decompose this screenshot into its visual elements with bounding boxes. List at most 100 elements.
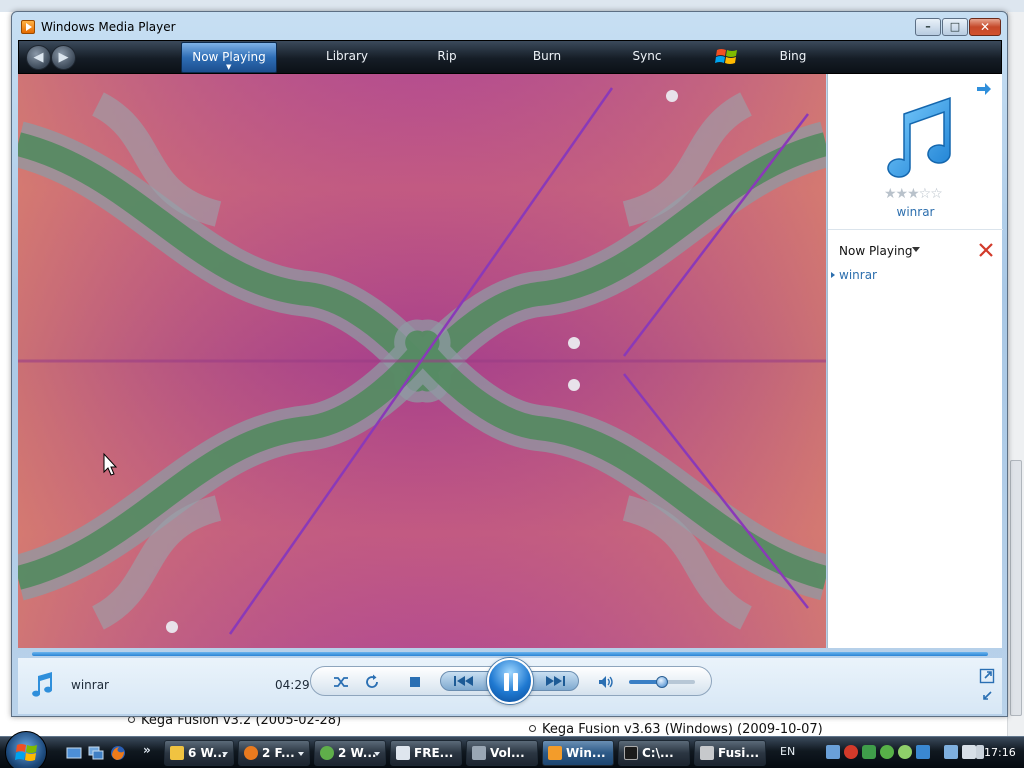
visualization-graphic xyxy=(18,74,826,648)
tab-rip[interactable]: Rip xyxy=(407,42,487,73)
close-button[interactable]: ✕ xyxy=(969,18,1001,36)
taskbar-button-label: Vol... xyxy=(490,746,525,760)
taskbar-button-label: Fusi... xyxy=(718,746,760,760)
maximize-button[interactable]: □ xyxy=(942,18,968,36)
taskbar-button-kega-fusion[interactable]: Fusi... xyxy=(694,740,766,766)
background-scrollbar[interactable] xyxy=(1007,12,1024,736)
tab-bing[interactable]: Bing xyxy=(753,42,833,73)
switch-windows-icon[interactable] xyxy=(88,745,104,761)
show-desktop-icon[interactable] xyxy=(66,745,82,761)
start-button[interactable] xyxy=(5,731,47,768)
window-title: Windows Media Player xyxy=(41,20,176,34)
playing-indicator-icon xyxy=(831,272,835,278)
shuffle-button[interactable] xyxy=(332,673,350,691)
media-player-window: Windows Media Player – □ ✕ ◀ ▶ Now Playi… xyxy=(11,11,1008,717)
tab-sync[interactable]: Sync xyxy=(607,42,687,73)
visualization-area[interactable] xyxy=(18,74,826,648)
repeat-button[interactable] xyxy=(363,673,381,691)
minimize-button[interactable]: – xyxy=(915,18,941,36)
windows-logo-icon xyxy=(15,744,37,761)
navigation-bar: ◀ ▶ Now Playing ▼ Library Rip Burn Sync … xyxy=(18,40,1002,74)
music-note-icon xyxy=(887,96,951,178)
taskbar-button-label: FRE... xyxy=(414,746,454,760)
track-name: winrar xyxy=(71,678,109,692)
taskbar-button-messenger[interactable]: 2 W... xyxy=(314,740,386,766)
document-icon xyxy=(396,746,410,760)
media-player-app-icon xyxy=(21,20,35,34)
seek-bar[interactable] xyxy=(32,652,988,656)
back-arrow-icon: ◀ xyxy=(33,50,44,65)
taskbar-button-label: Win... xyxy=(566,746,606,760)
messenger-tray-icon[interactable] xyxy=(880,745,894,759)
chevron-down-icon[interactable] xyxy=(912,247,920,252)
close-icon: ✕ xyxy=(979,20,991,34)
background-scrollbar-thumb[interactable] xyxy=(1010,460,1022,716)
next-button[interactable] xyxy=(542,672,568,690)
list-divider xyxy=(828,229,1003,230)
taskbar-button-label: 6 W... xyxy=(188,746,227,760)
tab-dropdown-icon: ▼ xyxy=(226,63,232,71)
taskbar-button-explorer[interactable]: 6 W... xyxy=(164,740,234,766)
taskbar-button-volume[interactable]: Vol... xyxy=(466,740,538,766)
taskbar-button-firefox[interactable]: 2 F... xyxy=(238,740,310,766)
tab-burn[interactable]: Burn xyxy=(507,42,587,73)
list-options-arrow-icon[interactable] xyxy=(976,82,992,96)
playlist-item[interactable]: winrar xyxy=(831,268,877,282)
volume-icon[interactable] xyxy=(597,673,615,691)
clear-list-icon[interactable] xyxy=(978,242,994,258)
tab-now-playing[interactable]: Now Playing ▼ xyxy=(181,42,277,73)
switch-to-library-icon[interactable] xyxy=(979,668,995,684)
display-tray-icon[interactable] xyxy=(944,745,958,759)
list-pane: ★★★☆☆ winrar Now Playing winrar xyxy=(827,74,1003,648)
player-controls: winrar 04:29 xyxy=(18,658,1002,714)
chevron-down-icon xyxy=(298,752,304,756)
language-indicator[interactable]: EN xyxy=(780,745,795,758)
messenger-icon xyxy=(320,746,334,760)
full-screen-icon[interactable] xyxy=(979,688,995,704)
tab-library[interactable]: Library xyxy=(307,42,387,73)
security-alert-icon[interactable] xyxy=(844,745,858,759)
taskbar-button-label: C:\... xyxy=(642,746,674,760)
taskbar-button-label: 2 W... xyxy=(338,746,377,760)
wireless-tray-icon[interactable] xyxy=(962,745,976,759)
taskbar: » 6 W... 2 F... 2 W... FRE... Vol... Win… xyxy=(0,731,1024,768)
kega-fusion-icon xyxy=(700,746,714,760)
rating-stars[interactable]: ★★★☆☆ xyxy=(884,186,943,202)
background-list-item[interactable]: Kega Fusion v3.63 (Windows) (2009-10-07) xyxy=(529,722,823,737)
network-tray-icon[interactable] xyxy=(826,745,840,759)
title-bar[interactable]: Windows Media Player – □ ✕ xyxy=(12,12,1007,42)
7zip-icon xyxy=(624,746,638,760)
background-list-item-text: Kega Fusion v3.63 (Windows) (2009-10-07) xyxy=(542,722,823,737)
minimize-icon: – xyxy=(925,20,931,33)
stop-button[interactable] xyxy=(407,674,423,690)
forward-button[interactable]: ▶ xyxy=(51,45,76,70)
taskbar-button-label: 2 F... xyxy=(262,746,295,760)
shield-icon[interactable] xyxy=(862,745,876,759)
clock[interactable]: 17:16 xyxy=(984,746,1016,759)
update-tray-icon[interactable] xyxy=(916,745,930,759)
now-playing-list-header[interactable]: Now Playing xyxy=(839,244,913,258)
taskbar-button-7zip[interactable]: C:\... xyxy=(618,740,690,766)
playlist-item-title: winrar xyxy=(839,268,877,282)
status-tray-icon[interactable] xyxy=(898,745,912,759)
time-elapsed[interactable]: 04:29 xyxy=(275,678,310,692)
volume-tray-icon[interactable] xyxy=(976,745,984,759)
pause-button[interactable] xyxy=(487,658,533,704)
volume-icon xyxy=(472,746,486,760)
previous-button[interactable] xyxy=(451,672,477,690)
tab-label: Now Playing xyxy=(192,50,266,64)
windows-logo-icon[interactable] xyxy=(715,46,739,68)
maximize-icon: □ xyxy=(949,20,961,33)
album-title[interactable]: winrar xyxy=(828,205,1003,219)
pause-icon xyxy=(504,673,518,691)
music-note-icon xyxy=(32,672,53,697)
forward-arrow-icon: ▶ xyxy=(58,50,69,65)
chevron-down-icon xyxy=(222,752,228,756)
media-player-icon xyxy=(548,746,562,760)
quicklaunch-more-icon[interactable]: » xyxy=(143,743,151,757)
volume-slider-thumb[interactable] xyxy=(656,676,668,688)
firefox-icon[interactable] xyxy=(110,745,126,761)
taskbar-button-document[interactable]: FRE... xyxy=(390,740,462,766)
back-button[interactable]: ◀ xyxy=(26,45,51,70)
taskbar-button-media-player[interactable]: Win... xyxy=(542,740,614,766)
